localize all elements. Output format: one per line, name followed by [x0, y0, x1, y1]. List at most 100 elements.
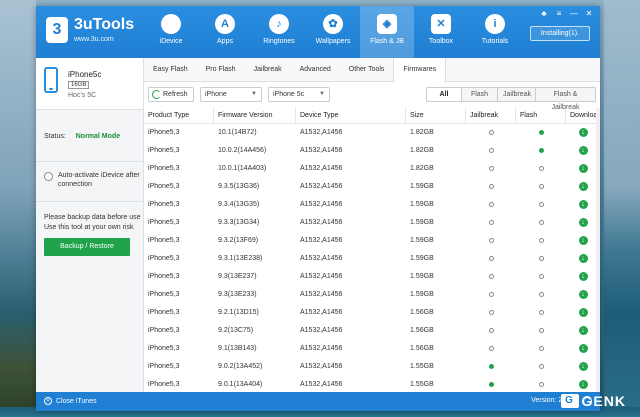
col-jailbreak[interactable]: Jailbreak	[466, 108, 516, 123]
device-capacity-badge: 16GB	[68, 81, 90, 89]
cell-jailbreak	[466, 160, 516, 178]
flash-unsupported-icon	[538, 381, 544, 387]
cell-firmware-version: 9.0.2(13A452)	[218, 363, 263, 370]
flash-unsupported-icon	[538, 255, 544, 261]
chevron-down-icon: ▼	[319, 91, 325, 97]
cell-firmware-version: 9.3.1(13E238)	[218, 255, 263, 262]
close-icon[interactable]: ✕	[584, 9, 594, 18]
table-row[interactable]: iPhone5,3 9.3(13E237) A1532,A1456 1.59GB ↓	[144, 268, 600, 286]
cell-device-type: A1532,A1456	[300, 219, 343, 226]
refresh-button[interactable]: Refresh	[148, 87, 194, 102]
installing-button[interactable]: Installing(1).	[530, 26, 590, 41]
download-icon[interactable]: ↓	[578, 343, 588, 353]
nav-flash-jb[interactable]: ◈ Flash & JB	[360, 6, 414, 58]
nav-wallpapers[interactable]: ✿ Wallpapers	[306, 6, 360, 58]
cell-jailbreak	[466, 142, 516, 160]
model-select[interactable]: iPhone 5c ▼	[268, 87, 330, 102]
filter-all[interactable]: All	[426, 87, 462, 102]
cell-size: 1.59GB	[410, 255, 434, 262]
cell-product-type: iPhone5,3	[148, 219, 180, 226]
table-row[interactable]: iPhone5,3 9.3.2(13F69) A1532,A1456 1.59GB ↓	[144, 232, 600, 250]
tab-jailbreak[interactable]: Jailbreak	[245, 58, 291, 82]
cell-jailbreak	[466, 232, 516, 250]
filter-flash-jailbreak[interactable]: Flash & Jailbreak	[536, 87, 596, 111]
table-row[interactable]: iPhone5,3 9.3.1(13E238) A1532,A1456 1.59GB ↓	[144, 250, 600, 268]
cell-download: ↓	[566, 214, 600, 232]
cell-device-type: A1532,A1456	[300, 327, 343, 334]
col-firmware-version[interactable]: Firmware Version	[214, 108, 296, 123]
table-scrollbar[interactable]	[596, 108, 600, 392]
tab-easy-flash[interactable]: Easy Flash	[144, 58, 197, 82]
window-controls: ♣ ≡ — ✕	[539, 9, 594, 18]
download-icon[interactable]: ↓	[578, 289, 588, 299]
backup-restore-button[interactable]: Backup / Restore	[44, 238, 130, 256]
nav-toolbox[interactable]: ✕ Toolbox	[414, 6, 468, 58]
col-download[interactable]: Download	[566, 108, 600, 123]
col-product-type[interactable]: Product Type	[144, 108, 214, 123]
app-header: 3 3uTools www.3u.com iDevice A Apps ♪ Ri…	[36, 6, 600, 58]
device-select[interactable]: iPhone ▼	[200, 87, 262, 102]
table-row[interactable]: iPhone5,3 9.2(13C75) A1532,A1456 1.56GB ↓	[144, 322, 600, 340]
download-icon[interactable]: ↓	[578, 181, 588, 191]
table-row[interactable]: iPhone5,3 9.2.1(13D15) A1532,A1456 1.56GB ↓	[144, 304, 600, 322]
download-icon[interactable]: ↓	[578, 235, 588, 245]
cell-product-type: iPhone5,3	[148, 147, 180, 154]
skin-icon[interactable]: ♣	[539, 9, 549, 18]
tab-other-tools[interactable]: Other Tools	[340, 58, 394, 82]
download-icon[interactable]: ↓	[578, 253, 588, 263]
table-row[interactable]: iPhone5,3 9.3.4(13G35) A1532,A1456 1.59GB ↓	[144, 196, 600, 214]
download-icon[interactable]: ↓	[578, 127, 588, 137]
download-icon[interactable]: ↓	[578, 145, 588, 155]
main-nav: iDevice A Apps ♪ Ringtones ✿ Wallpapers …	[144, 6, 522, 58]
close-itunes-label: Close iTunes	[56, 397, 97, 405]
download-icon[interactable]: ↓	[578, 307, 588, 317]
nav-label: Flash & JB	[370, 38, 404, 45]
table-row[interactable]: iPhone5,3 9.3(13E233) A1532,A1456 1.59GB ↓	[144, 286, 600, 304]
cell-flash	[516, 124, 566, 142]
table-row[interactable]: iPhone5,3 10.0.2(14A456) A1532,A1456 1.82GB…	[144, 142, 600, 160]
table-row[interactable]: iPhone5,3 9.0.2(13A452) A1532,A1456 1.55GB ↓	[144, 358, 600, 376]
download-icon[interactable]: ↓	[578, 361, 588, 371]
tab-advanced[interactable]: Advanced	[291, 58, 340, 82]
download-icon[interactable]: ↓	[578, 199, 588, 209]
download-icon[interactable]: ↓	[578, 379, 588, 389]
cell-download: ↓	[566, 322, 600, 340]
table-row[interactable]: iPhone5,3 10.1(14B72) A1532,A1456 1.82GB ↓	[144, 124, 600, 142]
cell-size: 1.82GB	[410, 147, 434, 154]
table-row[interactable]: iPhone5,3 9.3.3(13G34) A1532,A1456 1.59GB ↓	[144, 214, 600, 232]
table-row[interactable]: iPhone5,3 10.0.1(14A403) A1532,A1456 1.82GB…	[144, 160, 600, 178]
cell-product-type: iPhone5,3	[148, 363, 180, 370]
table-row[interactable]: iPhone5,3 9.3.5(13G36) A1532,A1456 1.59GB ↓	[144, 178, 600, 196]
cell-size: 1.55GB	[410, 363, 434, 370]
nav-tutorials[interactable]: i Tutorials	[468, 6, 522, 58]
auto-activate-option[interactable]: Auto-activate iDevice after connection	[36, 162, 143, 202]
col-size[interactable]: Size	[406, 108, 466, 123]
tab-firmwares[interactable]: Firmwares	[393, 58, 447, 83]
minimize-icon[interactable]: —	[569, 9, 579, 18]
download-icon[interactable]: ↓	[578, 271, 588, 281]
cell-jailbreak	[466, 124, 516, 142]
flash-unsupported-icon	[538, 219, 544, 225]
jailbreak-unsupported-icon	[488, 201, 494, 207]
auto-activate-radio[interactable]	[44, 172, 53, 181]
download-icon[interactable]: ↓	[578, 217, 588, 227]
cell-product-type: iPhone5,3	[148, 237, 180, 244]
nav-ringtones[interactable]: ♪ Ringtones	[252, 6, 306, 58]
close-itunes-button[interactable]: ✕ Close iTunes	[44, 397, 97, 405]
download-icon[interactable]: ↓	[578, 163, 588, 173]
cell-product-type: iPhone5,3	[148, 201, 180, 208]
nav-apps[interactable]: A Apps	[198, 6, 252, 58]
filter-jailbreak[interactable]: Jailbreak	[498, 87, 536, 102]
app-url[interactable]: www.3u.com	[74, 36, 114, 43]
table-row[interactable]: iPhone5,3 9.1(13B143) A1532,A1456 1.56GB ↓	[144, 340, 600, 358]
nav-idevice[interactable]: iDevice	[144, 6, 198, 58]
tab-pro-flash[interactable]: Pro Flash	[197, 58, 245, 82]
jailbreak-supported-icon	[488, 381, 494, 387]
flash-supported-icon	[538, 129, 544, 135]
col-flash[interactable]: Flash	[516, 108, 566, 123]
cell-size: 1.56GB	[410, 309, 434, 316]
col-device-type[interactable]: Device Type	[296, 108, 406, 123]
menu-icon[interactable]: ≡	[554, 9, 564, 18]
download-icon[interactable]: ↓	[578, 325, 588, 335]
filter-flash[interactable]: Flash	[462, 87, 498, 102]
